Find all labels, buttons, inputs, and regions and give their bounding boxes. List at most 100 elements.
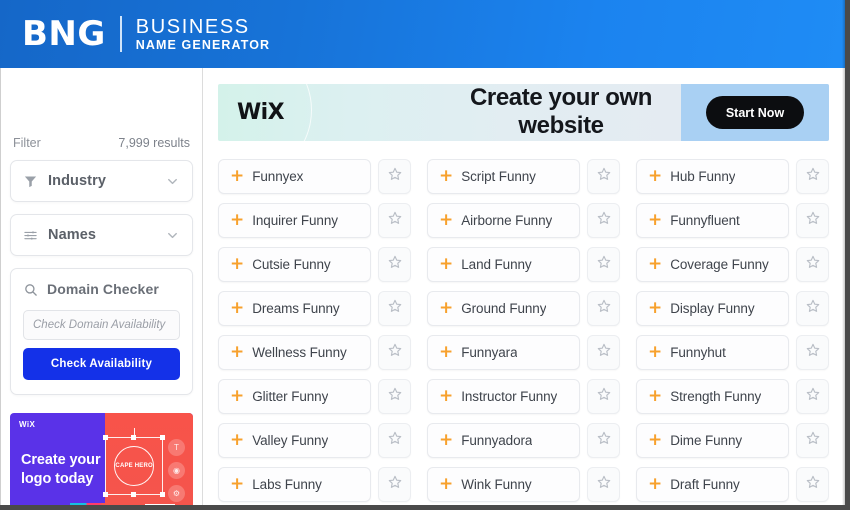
name-card[interactable]: + Strength Funny <box>636 379 789 414</box>
name-card[interactable]: + Wellness Funny <box>218 335 371 370</box>
name-card[interactable]: + Script Funny <box>427 159 580 194</box>
ad-headline: Create your logo today <box>21 451 101 488</box>
plus-icon[interactable]: + <box>648 432 662 449</box>
banner-left: WiX <box>218 84 453 141</box>
plus-icon[interactable]: + <box>439 388 453 405</box>
domain-search-input[interactable] <box>23 310 180 340</box>
plus-icon[interactable]: + <box>648 388 662 405</box>
name-result-item: + Inquirer Funny <box>218 203 411 238</box>
filter-panel-names[interactable]: Names <box>10 214 193 256</box>
name-card[interactable]: + Wink Funny <box>427 467 580 502</box>
star-outline-icon <box>387 166 403 187</box>
plus-icon[interactable]: + <box>439 256 453 273</box>
name-card[interactable]: + Dime Funny <box>636 423 789 458</box>
favorite-star-button[interactable] <box>378 423 411 458</box>
favorite-star-button[interactable] <box>378 203 411 238</box>
name-card[interactable]: + Instructor Funny <box>427 379 580 414</box>
name-card[interactable]: + Inquirer Funny <box>218 203 371 238</box>
name-card[interactable]: + Ground Funny <box>427 291 580 326</box>
favorite-star-button[interactable] <box>796 247 829 282</box>
name-card[interactable]: + Funnyara <box>427 335 580 370</box>
plus-icon[interactable]: + <box>648 476 662 493</box>
wix-website-banner[interactable]: WiX Create your own website Start Now <box>218 84 829 141</box>
name-card[interactable]: + Funnyadora <box>427 423 580 458</box>
favorite-star-button[interactable] <box>587 467 620 502</box>
ad-logo-canvas: CAPE HERO <box>103 428 166 497</box>
name-label: Funnyex <box>252 169 304 184</box>
name-card[interactable]: + Cutsie Funny <box>218 247 371 282</box>
name-card[interactable]: + Land Funny <box>427 247 580 282</box>
check-availability-button[interactable]: Check Availability <box>23 348 180 380</box>
plus-icon[interactable]: + <box>230 256 244 273</box>
plus-icon[interactable]: + <box>230 168 244 185</box>
plus-icon[interactable]: + <box>648 256 662 273</box>
plus-icon[interactable]: + <box>648 168 662 185</box>
name-label: Airborne Funny <box>461 213 553 228</box>
favorite-star-button[interactable] <box>796 203 829 238</box>
favorite-star-button[interactable] <box>378 467 411 502</box>
filter-panel-industry[interactable]: Industry <box>10 160 193 202</box>
filter-names-header[interactable]: Names <box>11 215 192 255</box>
name-card[interactable]: + Display Funny <box>636 291 789 326</box>
plus-icon[interactable]: + <box>230 300 244 317</box>
plus-icon[interactable]: + <box>230 212 244 229</box>
favorite-star-button[interactable] <box>587 159 620 194</box>
name-result-item: + Wellness Funny <box>218 335 411 370</box>
ad-tool-palette: T ◉ ⚙ <box>168 439 185 502</box>
favorite-star-button[interactable] <box>796 291 829 326</box>
plus-icon[interactable]: + <box>648 300 662 317</box>
logo-mark-text: BNG <box>22 13 106 54</box>
name-card[interactable]: + Hub Funny <box>636 159 789 194</box>
name-card[interactable]: + Coverage Funny <box>636 247 789 282</box>
star-outline-icon <box>596 430 612 451</box>
star-outline-icon <box>596 254 612 275</box>
favorite-star-button[interactable] <box>587 291 620 326</box>
name-card[interactable]: + Labs Funny <box>218 467 371 502</box>
wix-logo-ad[interactable]: WiX Create your logo today CAPE HERO T ◉… <box>10 413 193 505</box>
favorite-star-button[interactable] <box>378 379 411 414</box>
name-card[interactable]: + Valley Funny <box>218 423 371 458</box>
favorite-star-button[interactable] <box>796 423 829 458</box>
favorite-star-button[interactable] <box>378 291 411 326</box>
ad-handle-bl <box>103 492 109 497</box>
name-card[interactable]: + Funnyhut <box>636 335 789 370</box>
filter-industry-header[interactable]: Industry <box>11 161 192 201</box>
name-result-item: + Airborne Funny <box>427 203 620 238</box>
favorite-star-button[interactable] <box>796 379 829 414</box>
favorite-star-button[interactable] <box>378 335 411 370</box>
plus-icon[interactable]: + <box>230 476 244 493</box>
plus-icon[interactable]: + <box>439 212 453 229</box>
favorite-star-button[interactable] <box>378 247 411 282</box>
plus-icon[interactable]: + <box>648 344 662 361</box>
ad-wix-logo: WiX <box>19 420 36 429</box>
name-card[interactable]: + Funnyex <box>218 159 371 194</box>
name-card[interactable]: + Airborne Funny <box>427 203 580 238</box>
plus-icon[interactable]: + <box>230 344 244 361</box>
name-card[interactable]: + Funnyfluent <box>636 203 789 238</box>
start-now-button[interactable]: Start Now <box>705 96 805 129</box>
favorite-star-button[interactable] <box>587 379 620 414</box>
plus-icon[interactable]: + <box>648 212 662 229</box>
favorite-star-button[interactable] <box>796 159 829 194</box>
domain-checker-panel: Domain Checker Check Availability <box>10 268 193 395</box>
name-result-item: + Strength Funny <box>636 379 829 414</box>
favorite-star-button[interactable] <box>587 247 620 282</box>
favorite-star-button[interactable] <box>587 423 620 458</box>
plus-icon[interactable]: + <box>439 476 453 493</box>
favorite-star-button[interactable] <box>587 203 620 238</box>
favorite-star-button[interactable] <box>587 335 620 370</box>
plus-icon[interactable]: + <box>439 344 453 361</box>
name-card[interactable]: + Dreams Funny <box>218 291 371 326</box>
plus-icon[interactable]: + <box>230 432 244 449</box>
name-card[interactable]: + Draft Funny <box>636 467 789 502</box>
plus-icon[interactable]: + <box>439 300 453 317</box>
name-card[interactable]: + Glitter Funny <box>218 379 371 414</box>
name-results-grid: + Funnyex + Script Funny + Hub Funny + Inquirer… <box>218 159 829 502</box>
favorite-star-button[interactable] <box>796 467 829 502</box>
favorite-star-button[interactable] <box>378 159 411 194</box>
plus-icon[interactable]: + <box>439 432 453 449</box>
brand-logo[interactable]: BNG BUSINESS NAME GENERATOR <box>22 16 270 52</box>
plus-icon[interactable]: + <box>439 168 453 185</box>
plus-icon[interactable]: + <box>230 388 244 405</box>
favorite-star-button[interactable] <box>796 335 829 370</box>
